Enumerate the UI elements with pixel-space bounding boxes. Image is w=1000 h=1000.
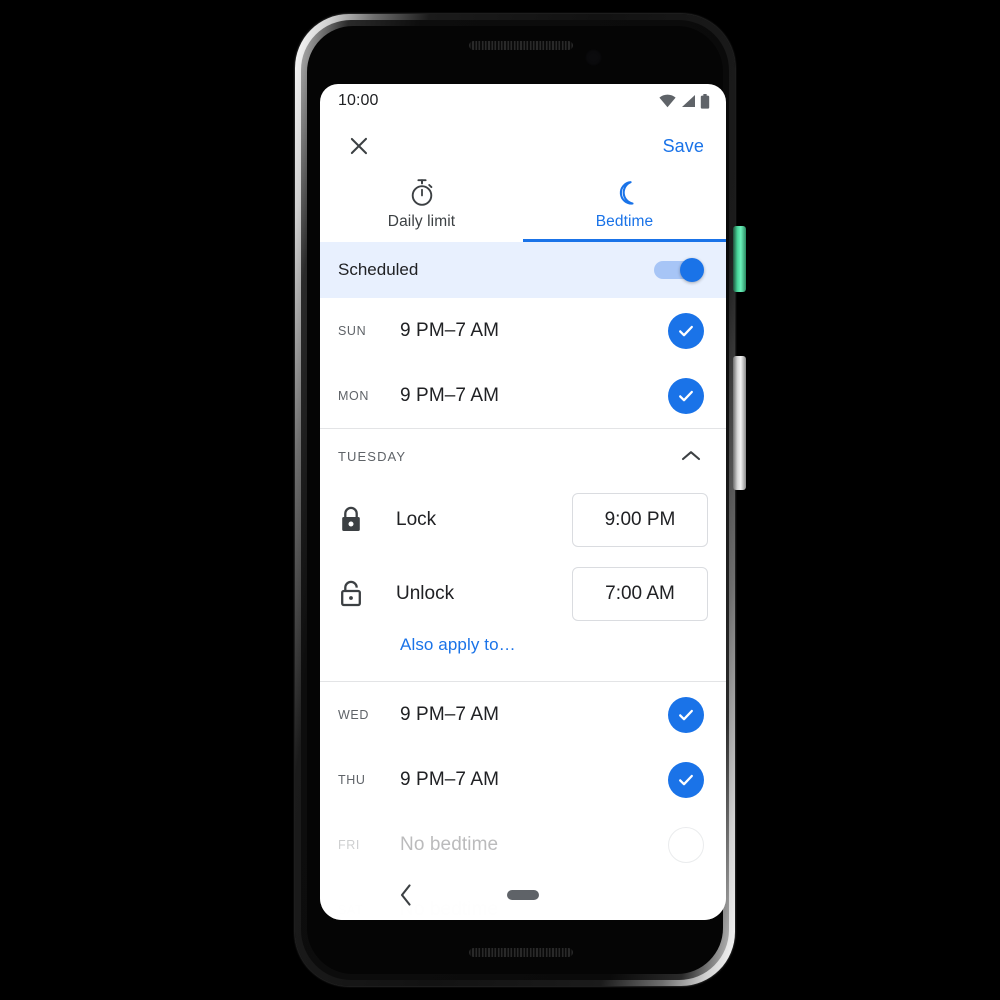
day-row-wed[interactable]: WED 9 PM–7 AM: [320, 682, 726, 747]
toggle-thumb: [680, 258, 704, 282]
status-bar-time: 10:00: [338, 92, 379, 109]
check-icon: [679, 774, 693, 785]
screenshot-stage: 10:00 Save Daily limit Bedtime Scheduled…: [0, 0, 1000, 1000]
day-checkbox-wed[interactable]: [668, 696, 704, 733]
save-button[interactable]: Save: [663, 136, 704, 157]
day-row-fri[interactable]: FRI No bedtime: [320, 812, 726, 877]
day-row-mon[interactable]: MON 9 PM–7 AM: [320, 363, 726, 428]
scheduled-label: Scheduled: [338, 260, 419, 279]
check-icon: [679, 390, 693, 401]
system-nav-bar: [320, 870, 726, 920]
unlock-label: Unlock: [396, 583, 455, 604]
day-checkbox-mon[interactable]: [668, 377, 704, 414]
bottom-speaker: [469, 948, 573, 957]
volume-rocker[interactable]: [733, 356, 746, 490]
lock-time-row: Lock 9:00 PM: [320, 483, 726, 557]
check-icon: [679, 325, 693, 336]
status-bar-icons: [659, 93, 710, 109]
power-button[interactable]: [733, 226, 746, 292]
stopwatch-icon: [409, 178, 435, 208]
tab-bedtime-label: Bedtime: [595, 213, 654, 230]
cell-signal-icon: [682, 95, 695, 107]
day-abbr: MON: [338, 388, 369, 403]
scheduled-toggle[interactable]: [654, 258, 704, 282]
unlock-time-row: Unlock 7:00 AM: [320, 557, 726, 631]
lock-closed-icon: [338, 505, 396, 535]
day-checkbox-sun[interactable]: [668, 312, 704, 349]
day-row-sun[interactable]: SUN 9 PM–7 AM: [320, 298, 726, 363]
phone-screen: 10:00 Save Daily limit Bedtime Scheduled…: [320, 84, 726, 920]
battery-icon: [700, 93, 710, 109]
bedtime-day-list: SUN 9 PM–7 AM MON 9 PM–7 AM TUESDAY Lock…: [320, 298, 726, 920]
home-pill[interactable]: [507, 890, 539, 900]
day-row-thu[interactable]: THU 9 PM–7 AM: [320, 747, 726, 812]
proximity-sensor: [585, 49, 602, 66]
tab-daily-limit[interactable]: Daily limit: [320, 174, 523, 242]
tab-bedtime[interactable]: Bedtime: [523, 174, 726, 242]
day-abbr: THU: [338, 772, 366, 787]
day-time: 9 PM–7 AM: [400, 703, 500, 725]
chevron-up-icon[interactable]: [680, 449, 702, 463]
check-icon: [679, 709, 693, 720]
also-apply-to-link[interactable]: Also apply to…: [320, 631, 726, 673]
day-time: 9 PM–7 AM: [400, 319, 500, 341]
status-bar: 10:00: [320, 84, 726, 118]
lock-open-icon: [338, 579, 396, 609]
day-checkbox-thu[interactable]: [668, 761, 704, 798]
unlock-time-button[interactable]: 7:00 AM: [572, 567, 708, 621]
close-icon[interactable]: [346, 133, 372, 159]
day-time: 9 PM–7 AM: [400, 384, 500, 406]
expanded-day-tuesday: TUESDAY Lock 9:00 PM Unlock 7:00 AM Also…: [320, 429, 726, 681]
day-abbr: WED: [338, 707, 369, 722]
earpiece-speaker: [469, 41, 573, 50]
day-time: No bedtime: [400, 833, 499, 855]
day-abbr: SUN: [338, 323, 367, 338]
day-checkbox-fri[interactable]: [668, 826, 704, 863]
day-abbr: FRI: [338, 837, 360, 852]
lock-time-button[interactable]: 9:00 PM: [572, 493, 708, 547]
wifi-icon: [659, 94, 676, 108]
back-chevron-icon[interactable]: [398, 882, 414, 908]
tab-daily-limit-label: Daily limit: [387, 213, 456, 230]
day-time: 9 PM–7 AM: [400, 768, 500, 790]
expanded-day-header[interactable]: TUESDAY: [320, 429, 726, 483]
app-bar: Save: [320, 118, 726, 174]
lock-label: Lock: [396, 509, 437, 530]
expanded-day-title: TUESDAY: [338, 448, 407, 464]
moon-icon: [612, 178, 638, 208]
tab-bar: Daily limit Bedtime: [320, 174, 726, 242]
scheduled-row[interactable]: Scheduled: [320, 242, 726, 298]
